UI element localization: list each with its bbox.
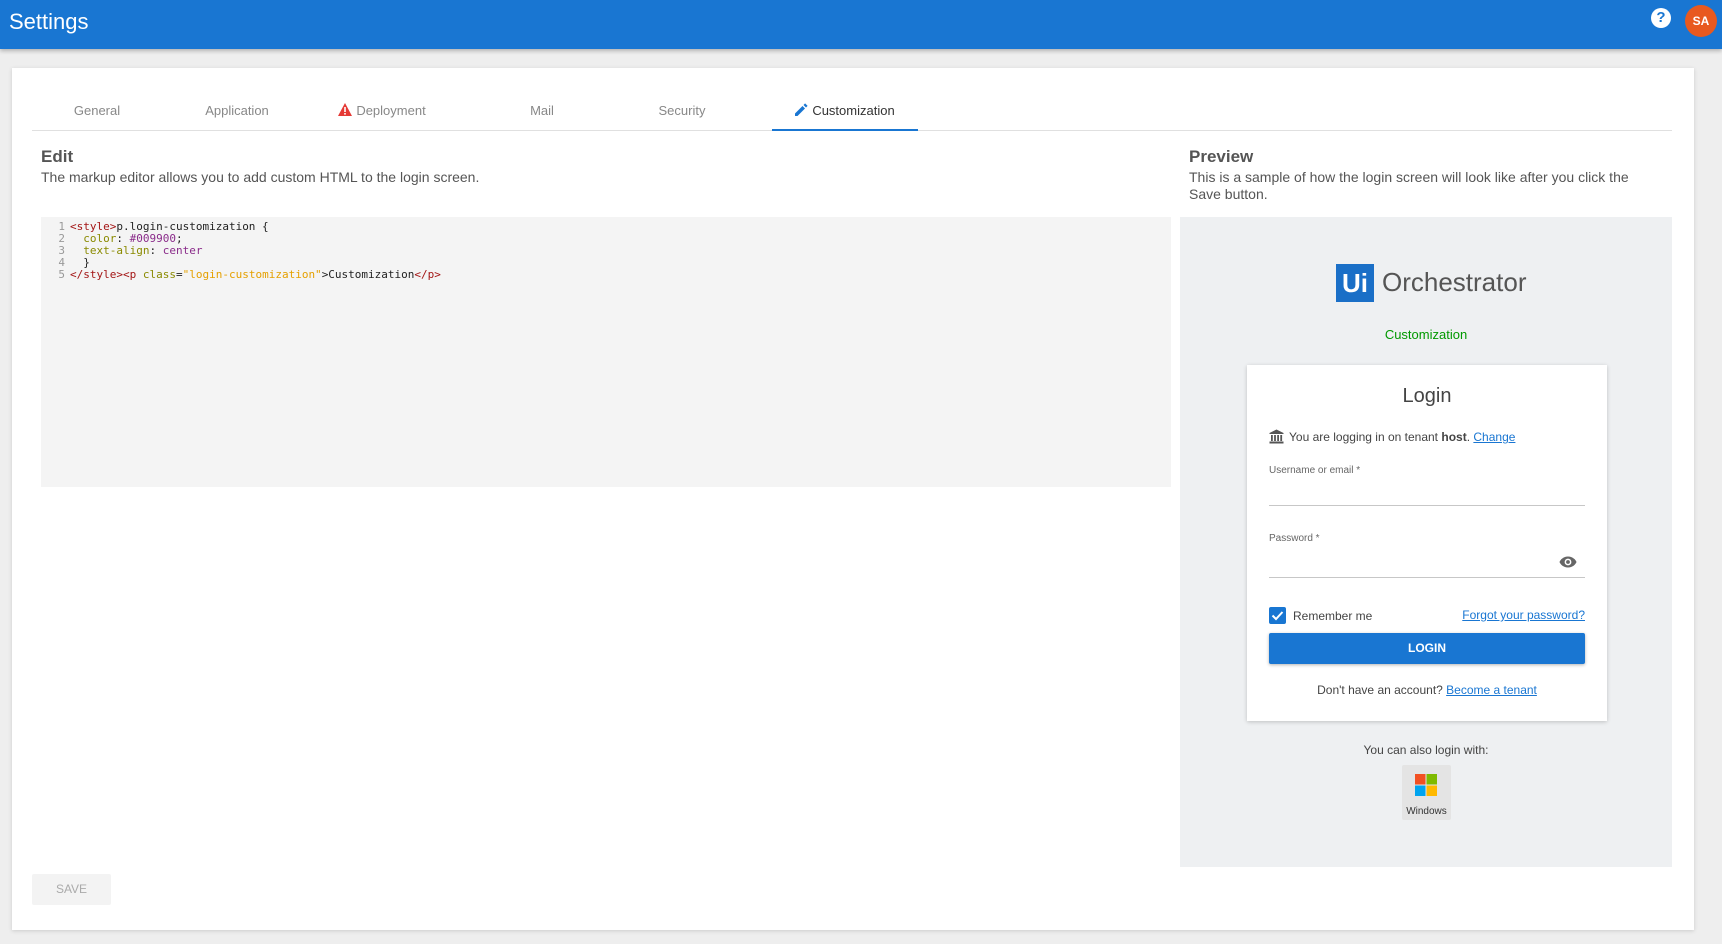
pencil-icon: [795, 101, 808, 123]
settings-tabs: General Application Deployment Mail Secu…: [32, 100, 1672, 131]
bank-icon: [1269, 429, 1284, 447]
also-login-text: You can also login with:: [1363, 743, 1489, 757]
windows-icon: [1414, 773, 1438, 802]
edit-title: Edit: [41, 147, 74, 166]
signup-row: Don't have an account? Become a tenant: [1247, 683, 1607, 697]
code-token: class: [142, 268, 176, 281]
help-icon[interactable]: ?: [1651, 8, 1671, 28]
remember-label: Remember me: [1293, 609, 1373, 623]
tab-security[interactable]: Security: [632, 100, 732, 131]
remember-checkbox[interactable]: [1269, 607, 1286, 624]
tab-label: General: [73, 103, 121, 118]
tenant-info: You are logging in on tenant host. Chang…: [1269, 429, 1515, 447]
change-tenant-link[interactable]: Change: [1473, 430, 1515, 444]
tab-mail[interactable]: Mail: [502, 100, 582, 131]
save-button[interactable]: SAVE: [32, 874, 111, 905]
tab-deployment[interactable]: Deployment: [312, 100, 452, 131]
tab-label: Deployment: [356, 103, 426, 118]
code-line: 5 </style><p class="login-customization">…: [41, 268, 441, 281]
windows-label: Windows: [1406, 806, 1447, 817]
tab-general[interactable]: General: [52, 100, 142, 131]
password-field[interactable]: [1269, 577, 1585, 578]
signup-prefix: Don't have an account?: [1317, 683, 1447, 697]
code-token: >Customization: [321, 268, 415, 281]
code-token: text-align: [83, 244, 150, 257]
tab-application[interactable]: Application: [182, 100, 292, 131]
become-tenant-link[interactable]: Become a tenant: [1446, 683, 1537, 697]
code-token: =: [175, 268, 183, 281]
customization-text: Customization: [1384, 327, 1468, 342]
preview-description: This is a sample of how the login screen…: [1189, 169, 1629, 202]
code-token: :: [149, 244, 163, 257]
edit-description: The markup editor allows you to add cust…: [41, 169, 480, 185]
markup-editor[interactable]: 1 <style>p.login-customization {2 color: …: [41, 217, 1171, 487]
login-preview: Ui Orchestrator Customization Login You …: [1180, 217, 1672, 867]
tenant-name: host: [1441, 430, 1467, 444]
code-token: "login-customization": [182, 268, 322, 281]
line-number: 5: [58, 268, 65, 281]
username-field[interactable]: [1269, 505, 1585, 506]
tab-label: Security: [658, 103, 706, 118]
page-title: Settings: [9, 9, 89, 34]
user-avatar[interactable]: SA: [1685, 5, 1717, 37]
uipath-logo: Ui: [1336, 264, 1374, 302]
username-label: Username or email *: [1269, 465, 1361, 476]
windows-login-button[interactable]: Windows: [1402, 765, 1451, 820]
eye-icon[interactable]: [1559, 555, 1577, 573]
forgot-password-link[interactable]: Forgot your password?: [1457, 608, 1585, 622]
tab-customization[interactable]: Customization: [772, 100, 918, 131]
preview-title: Preview: [1189, 147, 1254, 166]
tab-label: Customization: [812, 103, 895, 118]
logo-text: Orchestrator: [1382, 267, 1527, 297]
warning-icon: [338, 101, 353, 123]
top-app-bar: Settings ? SA: [0, 0, 1722, 49]
tenant-prefix: You are logging in on tenant: [1289, 430, 1442, 444]
settings-card: General Application Deployment Mail Secu…: [12, 68, 1694, 930]
password-label: Password *: [1269, 533, 1320, 544]
login-button[interactable]: LOGIN: [1269, 633, 1585, 664]
tab-label: Mail: [530, 103, 554, 118]
tab-label: Application: [205, 103, 269, 118]
login-title: Login: [1402, 385, 1452, 407]
code-token: center: [162, 244, 203, 257]
remember-me[interactable]: Remember me: [1269, 607, 1372, 624]
code-token: </style><p: [70, 268, 143, 281]
code-token: </p>: [414, 268, 441, 281]
login-card: Login You are logging in on tenant host.…: [1247, 365, 1607, 721]
